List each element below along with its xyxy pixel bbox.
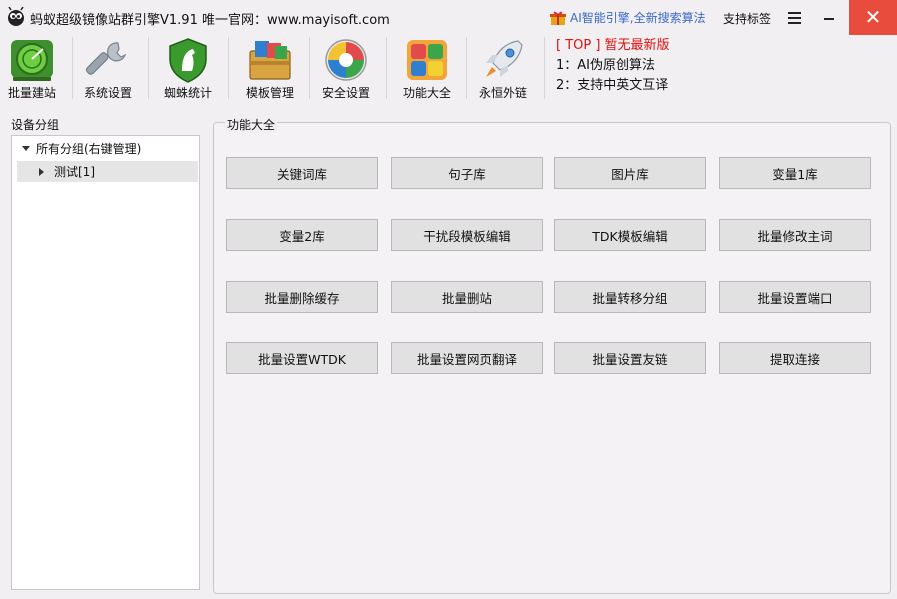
expand-arrow-icon[interactable]: [22, 145, 30, 151]
interference-template-edit-button[interactable]: 干扰段模板编辑: [391, 219, 543, 251]
news-panel: [ TOP ] 暂无最新版 1：AI伪原创算法 2：支持中英文互译: [556, 36, 670, 96]
toolbar-label: 批量建站: [7, 86, 56, 100]
tree-item-label: 测试[1]: [54, 165, 95, 179]
group-tree: 所有分组(右键管理) 测试[1]: [11, 135, 200, 590]
wrench-icon: [85, 42, 127, 75]
ai-promo-link[interactable]: AI智能引擎,全新搜索算法: [550, 9, 706, 26]
image-library-button[interactable]: 图片库: [554, 157, 706, 189]
toolbar-separator: [544, 37, 545, 99]
toolbar-template-button[interactable]: 模板管理: [234, 35, 306, 103]
toolbar-features-button[interactable]: 功能大全: [391, 35, 463, 103]
toolbar-settings-button[interactable]: 系统设置: [72, 35, 144, 103]
close-button[interactable]: ✕: [849, 0, 897, 35]
batch-edit-keyword-button[interactable]: 批量修改主词: [719, 219, 871, 251]
batch-delete-cache-button[interactable]: 批量删除缓存: [226, 281, 378, 313]
features-panel-title: 功能大全: [225, 116, 278, 133]
toolbar-label: 永恒外链: [478, 86, 527, 100]
toolbar-label: 模板管理: [245, 86, 294, 100]
support-tag-link[interactable]: 支持标签: [723, 10, 771, 27]
toolbar-security-button[interactable]: 安全设置: [310, 35, 382, 103]
toolbar-separator: [228, 37, 229, 99]
toolbar-label: 蜘蛛统计: [163, 86, 212, 100]
tree-root-label: 所有分组(右键管理): [36, 141, 142, 156]
tdk-template-edit-button[interactable]: TDK模板编辑: [554, 219, 706, 251]
security-globe-icon: [325, 39, 367, 81]
batch-set-wtdk-button[interactable]: 批量设置WTDK: [226, 342, 378, 374]
news-line: 1：AI伪原创算法: [556, 58, 655, 73]
sentence-library-button[interactable]: 句子库: [391, 157, 543, 189]
batch-set-port-button[interactable]: 批量设置端口: [719, 281, 871, 313]
batch-move-group-button[interactable]: 批量转移分组: [554, 281, 706, 313]
batch-delete-site-button[interactable]: 批量删站: [391, 281, 543, 313]
toolbar-spider-stats-button[interactable]: 蜘蛛统计: [152, 35, 224, 103]
keyword-library-button[interactable]: 关键词库: [226, 157, 378, 189]
ant-logo-icon: [8, 7, 24, 26]
extract-links-button[interactable]: 提取连接: [719, 342, 871, 374]
variable1-library-button[interactable]: 变量1库: [719, 157, 871, 189]
window-title: 蚂蚁超级镜像站群引擎V1.91 唯一官网：www.mayisoft.com: [30, 13, 390, 28]
news-headline: [ TOP ] 暂无最新版: [556, 38, 670, 53]
menu-button[interactable]: [782, 8, 806, 28]
group-panel-title: 设备分组: [11, 118, 60, 132]
batch-set-translation-button[interactable]: 批量设置网页翻译: [391, 342, 543, 374]
features-panel: 关键词库 句子库 图片库 变量1库 变量2库 干扰段模板编辑 TDK模板编辑 批…: [213, 122, 891, 594]
rocket-icon: [486, 40, 523, 77]
toolbar-separator: [386, 37, 387, 99]
title-bar: 蚂蚁超级镜像站群引擎V1.91 唯一官网：www.mayisoft.com AI…: [0, 0, 897, 35]
minimize-button[interactable]: [816, 6, 842, 30]
gift-icon: [550, 11, 566, 25]
template-box-icon: [249, 41, 291, 80]
toolbar-separator: [148, 37, 149, 99]
toolbar-label: 功能大全: [402, 86, 451, 100]
puzzle-blocks-icon: [407, 40, 447, 80]
tree-root-all-groups[interactable]: 所有分组(右键管理): [16, 138, 141, 158]
shield-horse-icon: [169, 38, 207, 83]
batch-set-friend-links-button[interactable]: 批量设置友链: [554, 342, 706, 374]
ai-promo-text: AI智能引擎,全新搜索算法: [570, 11, 706, 25]
toolbar-batch-build-button[interactable]: 批量建站: [0, 35, 68, 103]
tree-item-test-group[interactable]: 测试[1]: [17, 161, 198, 182]
toolbar-external-links-button[interactable]: 永恒外链: [467, 35, 539, 103]
variable2-library-button[interactable]: 变量2库: [226, 219, 378, 251]
toolbar-label: 系统设置: [83, 86, 132, 100]
news-line: 2：支持中英文互译: [556, 78, 669, 93]
toolbar-label: 安全设置: [321, 86, 370, 100]
radar-icon: [11, 40, 53, 81]
toolbar: 批量建站 系统设置 蜘蛛统计 模板管理 安全设置 功能大全 永恒外链: [0, 35, 897, 107]
collapse-arrow-icon[interactable]: [39, 167, 44, 176]
